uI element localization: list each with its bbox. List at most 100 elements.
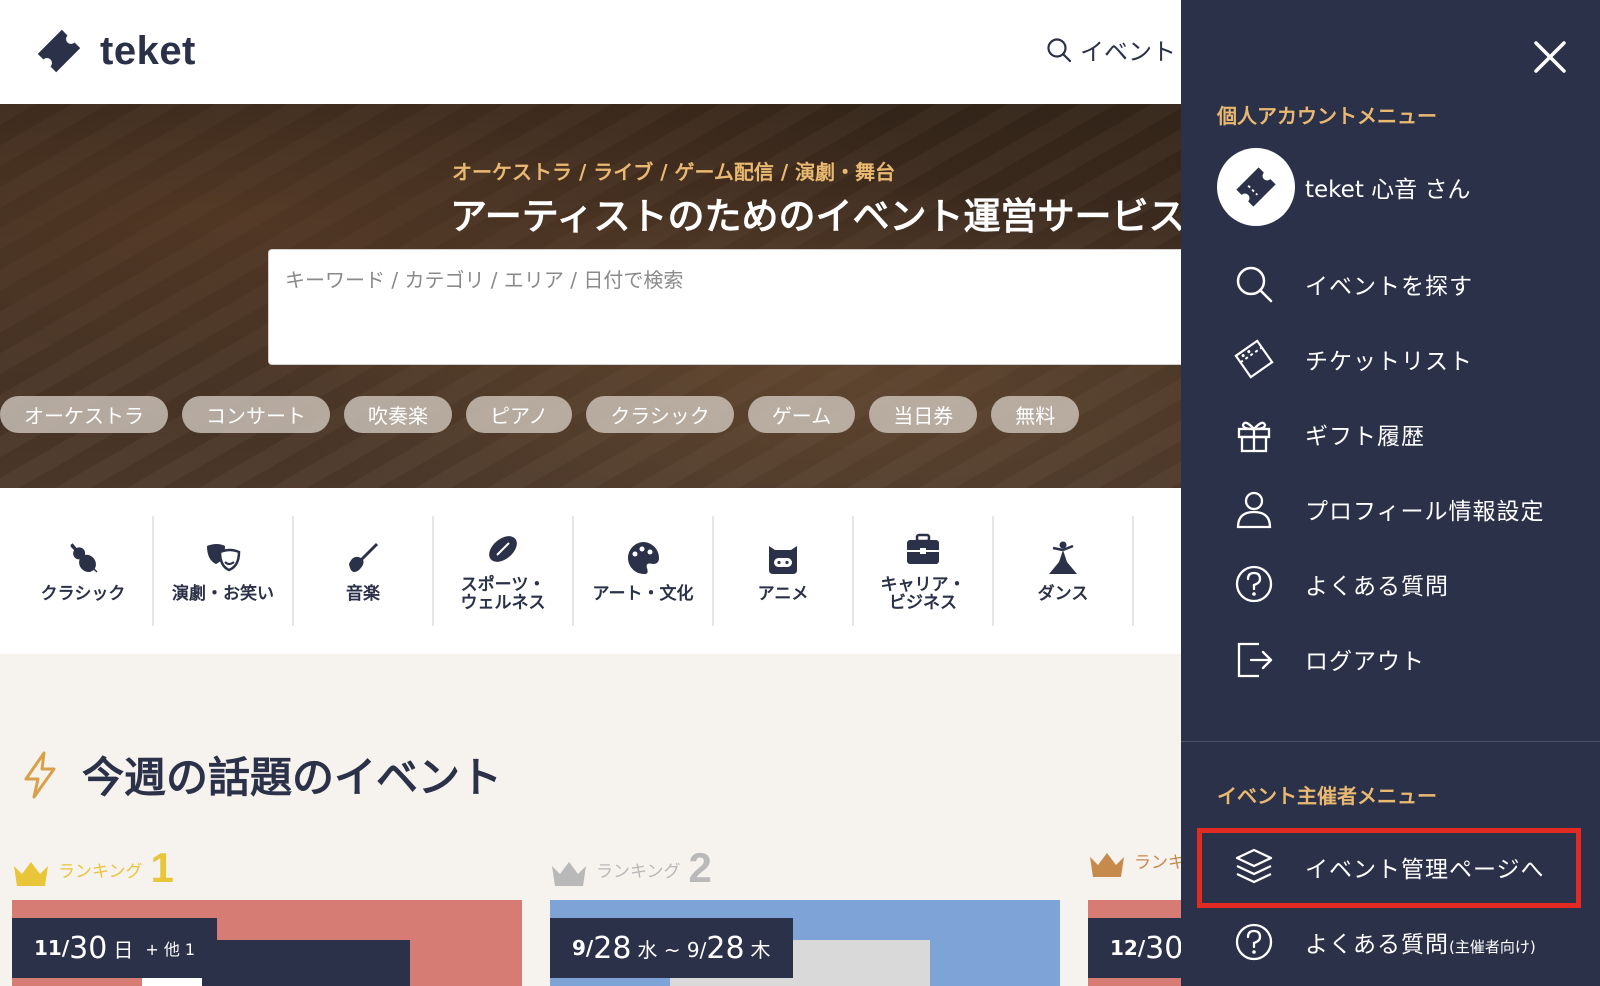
football-icon bbox=[489, 536, 517, 562]
category-classic[interactable]: クラシック bbox=[14, 516, 154, 626]
menu-label: イベントを探す bbox=[1305, 274, 1473, 300]
trending-section-title: 今週の話題のイベント bbox=[20, 744, 502, 805]
crown-icon bbox=[552, 862, 586, 886]
search-icon bbox=[1236, 266, 1273, 303]
date-day: 28 bbox=[593, 930, 632, 966]
event-card[interactable]: 11/ 30 日 + 他 1 bbox=[12, 900, 522, 986]
drawer-divider bbox=[1181, 741, 1600, 742]
date-weekday: 日 bbox=[113, 937, 134, 962]
user-profile[interactable]: teket 心音 さん bbox=[1217, 148, 1470, 226]
user-icon bbox=[1236, 491, 1272, 529]
category-label: スポーツ・ ウェルネス bbox=[460, 575, 546, 613]
category-label: アニメ bbox=[757, 584, 809, 605]
close-icon[interactable] bbox=[1533, 40, 1567, 74]
date-day: 30 bbox=[69, 930, 108, 966]
category-dance[interactable]: ダンス bbox=[994, 516, 1134, 626]
lightning-icon bbox=[24, 751, 56, 798]
card-image-block bbox=[142, 978, 202, 986]
tag-chip[interactable]: コンサート bbox=[182, 396, 330, 433]
menu-label-suffix: (主催者向け) bbox=[1449, 938, 1536, 956]
category-theater[interactable]: 演劇・お笑い bbox=[154, 516, 294, 626]
help-icon bbox=[1235, 565, 1273, 603]
help-icon bbox=[1235, 923, 1273, 961]
ticket-logo-icon bbox=[37, 29, 81, 73]
rank-text: ランキング bbox=[596, 862, 681, 882]
category-music[interactable]: 音楽 bbox=[294, 516, 434, 626]
teket-logo[interactable]: teket bbox=[32, 24, 196, 78]
event-date-badge: 9/ 28 水 ~ 9/ 28 木 bbox=[550, 918, 793, 978]
menu-label: チケットリスト bbox=[1305, 349, 1473, 375]
header-search-label: イベント bbox=[1080, 38, 1176, 66]
menu-label: よくある質問 bbox=[1305, 932, 1449, 958]
category-sports[interactable]: スポーツ・ ウェルネス bbox=[434, 516, 574, 626]
menu-logout[interactable]: ログアウト bbox=[1233, 634, 1425, 684]
user-name: teket 心音 さん bbox=[1305, 177, 1471, 203]
trending-title: 今週の話題のイベント bbox=[82, 753, 503, 802]
tag-chip[interactable]: ピアノ bbox=[466, 396, 573, 433]
category-label: ダンス bbox=[1037, 584, 1089, 605]
hero-banner: オーケストラ / ライブ / ゲーム配信 / 演劇・舞台 アーティストのためのイ… bbox=[0, 104, 1181, 488]
date-month: 12/ bbox=[1110, 936, 1146, 960]
menu-label: プロフィール情報設定 bbox=[1305, 499, 1545, 525]
event-card[interactable]: 12/ 30 bbox=[1088, 900, 1184, 986]
rank-number: 2 bbox=[688, 844, 712, 891]
hero-search-box[interactable] bbox=[268, 249, 1181, 365]
tag-chip[interactable]: ゲーム bbox=[747, 396, 856, 433]
date-day-end: 28 bbox=[706, 930, 745, 966]
menu-ticket-list[interactable]: チケットリスト bbox=[1233, 334, 1473, 384]
category-label: 音楽 bbox=[346, 584, 380, 605]
theater-masks-icon bbox=[207, 544, 241, 572]
category-bar: クラシック 演劇・お笑い 音楽 スポーツ・ ウェルネス アート・文化 アニメ キ… bbox=[0, 488, 1181, 654]
tag-chip[interactable]: 当日券 bbox=[869, 396, 978, 433]
menu-faq[interactable]: よくある質問 bbox=[1233, 559, 1449, 609]
account-drawer: 個人アカウントメニュー teket 心音 さん イベントを探す チケットリスト … bbox=[1181, 0, 1600, 986]
category-career[interactable]: キャリア・ ビジネス bbox=[854, 516, 994, 626]
event-date-badge: 12/ 30 bbox=[1088, 918, 1184, 978]
date-weekday-end: 木 bbox=[750, 937, 771, 962]
rank-2-label: ランキング 2 bbox=[550, 844, 712, 891]
tag-chip[interactable]: オーケストラ bbox=[0, 396, 168, 433]
menu-find-events[interactable]: イベントを探す bbox=[1233, 259, 1473, 309]
search-icon bbox=[1047, 37, 1072, 62]
site-header: teket イベント bbox=[0, 0, 1181, 104]
crown-icon bbox=[14, 862, 48, 886]
category-label: アート・文化 bbox=[592, 584, 694, 605]
tag-chip[interactable]: 無料 bbox=[991, 396, 1080, 433]
category-anime[interactable]: アニメ bbox=[714, 516, 854, 626]
logout-icon bbox=[1237, 642, 1273, 678]
event-card[interactable]: 9/ 28 水 ~ 9/ 28 木 bbox=[550, 900, 1060, 986]
date-month: 11/ bbox=[34, 936, 70, 960]
category-art[interactable]: アート・文化 bbox=[574, 516, 714, 626]
personal-menu-heading: 個人アカウントメニュー bbox=[1217, 104, 1437, 128]
logo-text: teket bbox=[100, 28, 196, 73]
date-day: 30 bbox=[1145, 930, 1184, 966]
menu-organizer-faq[interactable]: よくある質問(主催者向け) bbox=[1233, 917, 1536, 967]
menu-profile-settings[interactable]: プロフィール情報設定 bbox=[1233, 484, 1545, 534]
palette-icon bbox=[627, 542, 659, 575]
category-label: クラシック bbox=[40, 584, 126, 605]
date-extra: + 他 1 bbox=[145, 940, 196, 959]
header-search-link[interactable]: イベント bbox=[1046, 32, 1176, 67]
anime-icon bbox=[769, 546, 797, 575]
organizer-menu-heading: イベント主催者メニュー bbox=[1217, 784, 1437, 808]
avatar bbox=[1217, 148, 1295, 226]
date-month: 9/ bbox=[572, 936, 594, 960]
category-label: 演劇・お笑い bbox=[172, 584, 274, 605]
violin-icon bbox=[70, 543, 98, 573]
rank-number: 1 bbox=[150, 844, 174, 891]
category-label: キャリア・ ビジネス bbox=[880, 575, 966, 613]
rank-1-label: ランキング 1 bbox=[12, 844, 174, 891]
hero-search-input[interactable] bbox=[269, 250, 1181, 310]
tag-chips: オーケストラ コンサート 吹奏楽 ピアノ クラシック ゲーム 当日券 無料 bbox=[0, 396, 1080, 433]
date-range: 水 ~ 9/ bbox=[637, 937, 707, 962]
card-image-block bbox=[202, 940, 410, 986]
event-date-badge: 11/ 30 日 + 他 1 bbox=[12, 918, 218, 978]
crown-icon bbox=[1090, 853, 1124, 877]
menu-label: ギフト履歴 bbox=[1305, 424, 1425, 450]
briefcase-icon bbox=[907, 533, 939, 565]
hero-subtitle: オーケストラ / ライブ / ゲーム配信 / 演劇・舞台 bbox=[452, 160, 896, 184]
highlight-box bbox=[1197, 828, 1581, 908]
menu-gift-history[interactable]: ギフト履歴 bbox=[1233, 409, 1425, 459]
tag-chip[interactable]: クラシック bbox=[586, 396, 734, 433]
tag-chip[interactable]: 吹奏楽 bbox=[344, 396, 452, 433]
